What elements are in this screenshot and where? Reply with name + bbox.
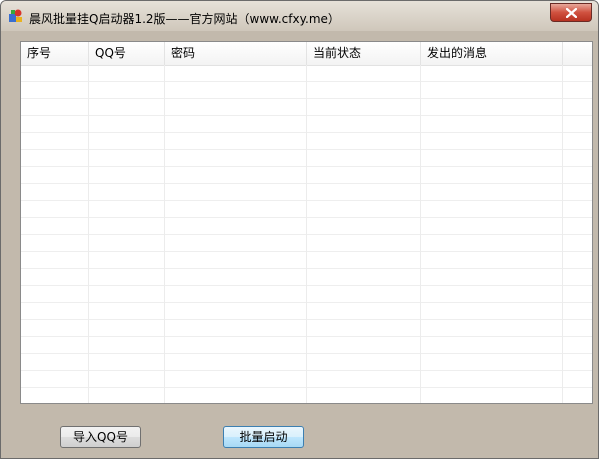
- column-divider: [420, 65, 421, 403]
- list-header: 序号 QQ号 密码 当前状态 发出的消息: [21, 42, 592, 66]
- column-header-index[interactable]: 序号: [21, 42, 89, 65]
- app-icon: [9, 9, 23, 23]
- column-header-message[interactable]: 发出的消息: [421, 42, 563, 65]
- window-title: 晨风批量挂Q启动器1.2版——官方网站（www.cfxy.me）: [29, 12, 340, 26]
- column-header-filler: [563, 42, 592, 65]
- close-icon: [566, 8, 577, 18]
- column-divider: [562, 65, 563, 403]
- import-qq-button[interactable]: 导入QQ号: [60, 426, 141, 448]
- batch-start-button[interactable]: 批量启动: [223, 426, 304, 448]
- account-list[interactable]: 序号 QQ号 密码 当前状态 发出的消息: [20, 41, 593, 404]
- column-header-status[interactable]: 当前状态: [307, 42, 421, 65]
- title-bar[interactable]: 晨风批量挂Q启动器1.2版——官方网站（www.cfxy.me）: [1, 1, 598, 31]
- column-header-qq[interactable]: QQ号: [89, 42, 165, 65]
- column-divider: [306, 65, 307, 403]
- main-window: 晨风批量挂Q启动器1.2版——官方网站（www.cfxy.me） 序号 QQ号 …: [0, 0, 599, 459]
- column-divider: [164, 65, 165, 403]
- close-button[interactable]: [550, 3, 592, 22]
- column-header-password[interactable]: 密码: [165, 42, 307, 65]
- column-divider: [88, 65, 89, 403]
